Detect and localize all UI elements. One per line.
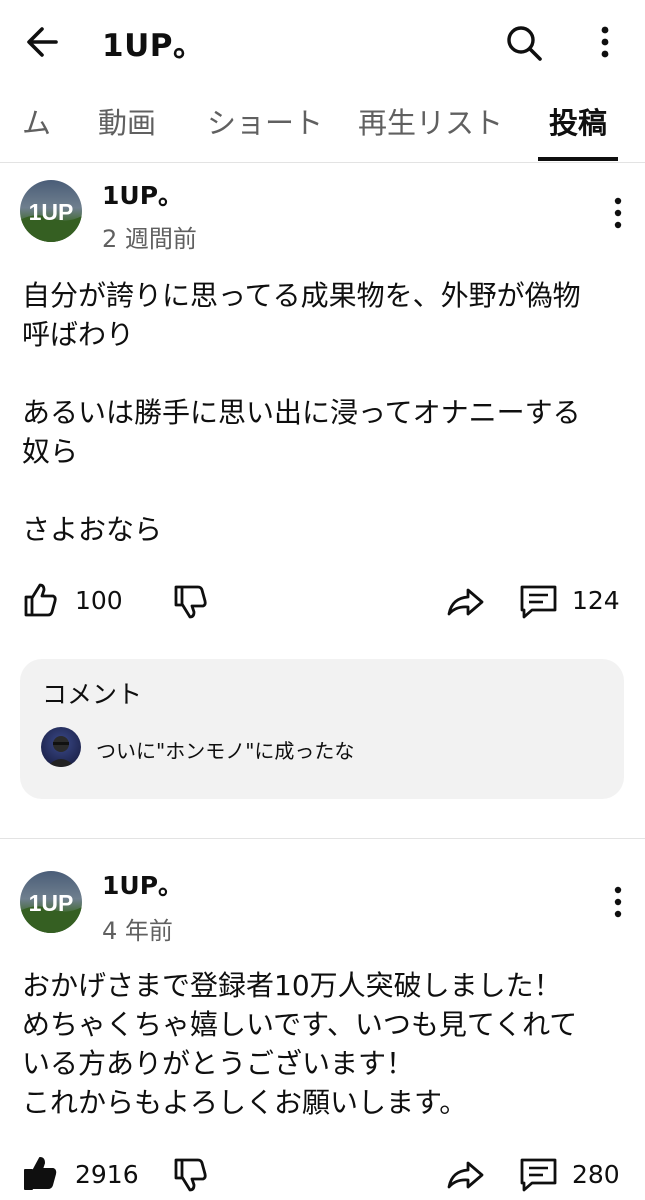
- post-body: おかげさまで登録者10万人突破しました！ めちゃくちゃ嬉しいです、いつも見てくれ…: [22, 969, 578, 1119]
- post-author[interactable]: 1UP。: [102, 176, 183, 212]
- like-icon[interactable]: [20, 580, 60, 620]
- tab-posts[interactable]: 投稿: [549, 100, 607, 142]
- top-app-bar: 1UP。: [0, 0, 645, 86]
- comment-count: 280: [572, 1160, 620, 1189]
- svg-text:1UP: 1UP: [29, 199, 74, 225]
- post-timestamp: 4 年前: [102, 917, 173, 945]
- avatar[interactable]: 1UP: [20, 180, 82, 242]
- comment-preview-heading: コメント: [42, 680, 143, 709]
- comment-icon[interactable]: [518, 582, 560, 622]
- search-icon[interactable]: [500, 20, 548, 64]
- channel-title: 1UP。: [102, 28, 205, 64]
- comment-preview[interactable]: コメント ついに"ホンモノ"に成ったな: [20, 659, 624, 799]
- arrow-left-icon[interactable]: [20, 22, 68, 62]
- post-body: 自分が誇りに思ってる成果物を、外野が偽物 呼ばわり あるいは勝手に思い出に浸って…: [22, 279, 581, 546]
- channel-tabs: ム 動画 ショート 再生リスト 投稿: [0, 86, 645, 163]
- post-more-icon[interactable]: [608, 882, 628, 922]
- like-icon[interactable]: [20, 1153, 60, 1193]
- post-author[interactable]: 1UP。: [102, 866, 183, 902]
- tab-playlists[interactable]: 再生リスト: [358, 100, 503, 142]
- share-icon[interactable]: [444, 582, 486, 622]
- post-divider: [0, 838, 645, 839]
- tab-shorts[interactable]: ショート: [207, 100, 323, 142]
- svg-text:1UP: 1UP: [29, 890, 74, 916]
- post-card: 1UP 1UP。 4 年前 おかげさまで登録者10万人突破しました！ めちゃくち…: [0, 840, 645, 1200]
- like-count: 100: [75, 586, 123, 615]
- avatar[interactable]: 1UP: [20, 871, 82, 933]
- post-more-icon[interactable]: [608, 193, 628, 233]
- comment-icon[interactable]: [518, 1155, 560, 1195]
- comment-preview-text: ついに"ホンモノ"に成ったな: [96, 739, 355, 763]
- dislike-icon[interactable]: [170, 1155, 210, 1195]
- dislike-icon[interactable]: [170, 582, 210, 622]
- active-tab-indicator: [538, 157, 618, 161]
- share-icon[interactable]: [444, 1155, 486, 1195]
- more-vertical-icon[interactable]: [590, 22, 620, 62]
- commenter-avatar: [41, 727, 81, 767]
- tab-home-partial[interactable]: ム: [22, 100, 51, 142]
- post-timestamp: 2 週間前: [102, 225, 197, 253]
- tab-videos[interactable]: 動画: [98, 100, 156, 142]
- comment-count: 124: [572, 586, 620, 615]
- like-count: 2916: [75, 1160, 139, 1189]
